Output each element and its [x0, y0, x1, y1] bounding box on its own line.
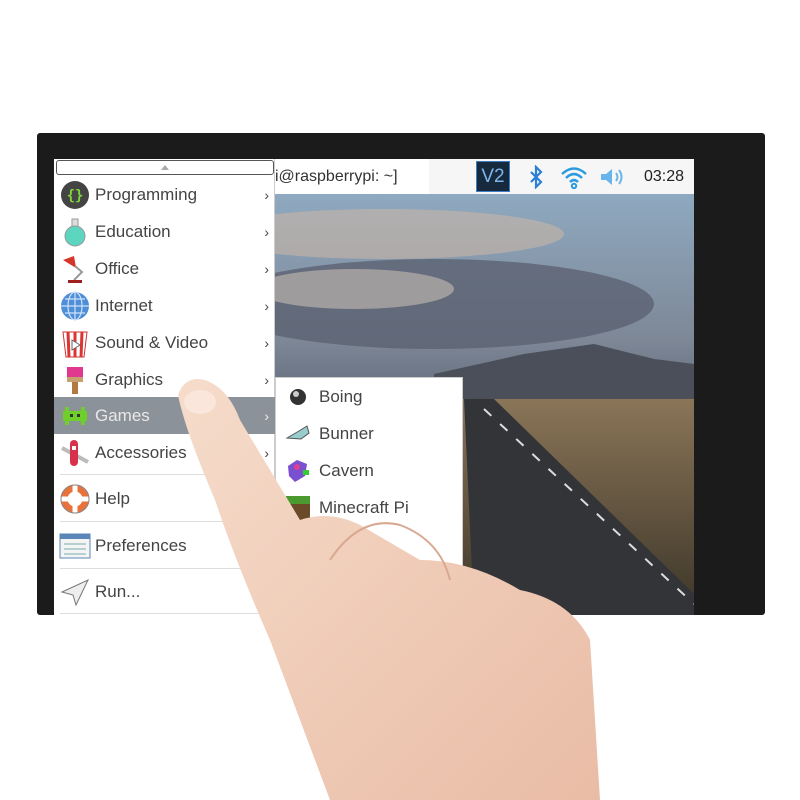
menu-item-label: Help	[95, 488, 130, 508]
menu-item-label: Programming	[95, 184, 198, 204]
chevron-right-icon: ›	[264, 407, 269, 424]
office-lamp-icon	[59, 253, 91, 285]
chevron-right-icon: ›	[264, 444, 269, 461]
menu-item-label: Office	[95, 258, 140, 278]
submenu-item-minecraft-pi[interactable]: Minecraft Pi	[276, 489, 464, 526]
taskbar-window-button[interactable]: i@raspberrypi: ~]	[269, 159, 429, 194]
submenu-item-label: Minecraft Pi	[319, 497, 409, 517]
games-invader-icon	[59, 400, 91, 432]
bluetooth-icon[interactable]	[524, 159, 548, 194]
internet-globe-icon	[59, 290, 91, 322]
chevron-right-icon: ›	[264, 260, 269, 277]
menu-item-label: Graphics	[95, 369, 164, 389]
programming-icon: {}	[59, 179, 91, 211]
vnc-icon[interactable]: V2	[476, 161, 510, 192]
submenu-item-my[interactable]: My	[276, 526, 464, 563]
clock[interactable]: 03:28	[639, 159, 689, 194]
chevron-right-icon: ›	[264, 186, 269, 203]
menu-item-help[interactable]: Help	[54, 480, 275, 517]
menu-item-graphics[interactable]: Graphics ›	[54, 361, 275, 398]
submenu-item-icon-placeholder	[285, 532, 311, 558]
help-lifebuoy-icon	[59, 483, 91, 515]
menu-item-label: Games	[95, 405, 150, 425]
minecraft-icon	[285, 495, 311, 521]
menu-item-label: Internet	[95, 295, 153, 315]
chevron-right-icon: ›	[264, 371, 269, 388]
sound-video-popcorn-icon	[59, 327, 91, 359]
screen: i@raspberrypi: ~] V2 03:28 {} Programming…	[54, 159, 694, 615]
menu-item-education[interactable]: Education ›	[54, 213, 275, 250]
menu-item-accessories[interactable]: Accessories ›	[54, 434, 275, 471]
education-flask-icon	[59, 216, 91, 248]
graphics-brush-icon	[59, 364, 91, 396]
menu-item-label: Education	[95, 221, 171, 241]
menu-item-label: Preferences	[95, 535, 187, 555]
menu-item-preferences[interactable]: Preferences	[54, 527, 275, 564]
menu-separator	[60, 521, 270, 522]
bunner-icon	[285, 421, 311, 447]
menu-item-programming[interactable]: {} Programming ›	[54, 176, 275, 213]
submenu-item-bunner[interactable]: Bunner	[276, 415, 464, 452]
chevron-right-icon: ›	[264, 297, 269, 314]
wifi-icon[interactable]	[559, 159, 589, 194]
menu-item-label: Accessories	[95, 442, 187, 462]
accessories-knife-icon	[59, 437, 91, 469]
menu-item-internet[interactable]: Internet ›	[54, 287, 275, 324]
menu-item-sound-video[interactable]: Sound & Video ›	[54, 324, 275, 361]
svg-text:{}: {}	[67, 188, 84, 204]
chevron-right-icon: ›	[264, 334, 269, 351]
submenu-item-label: My	[319, 534, 342, 554]
menu-item-games[interactable]: Games ›	[54, 397, 275, 434]
submenu-item-label: Cavern	[319, 460, 374, 480]
menu-separator	[60, 474, 270, 475]
cavern-icon	[285, 458, 311, 484]
run-paperplane-icon	[59, 576, 91, 608]
chevron-right-icon: ›	[264, 223, 269, 240]
boing-ball-icon	[285, 384, 311, 410]
games-submenu: Boing Bunner Cavern Minecraft Pi My	[275, 377, 463, 615]
main-menu: {} Programming › Education › Office › Intern…	[54, 159, 275, 615]
menu-item-run[interactable]: Run...	[54, 573, 275, 610]
submenu-item-label: Boing	[319, 386, 363, 406]
menu-item-office[interactable]: Office ›	[54, 250, 275, 287]
preferences-icon	[59, 530, 91, 562]
menu-item-label: Run...	[95, 581, 141, 601]
volume-icon[interactable]	[597, 159, 627, 194]
menu-separator	[60, 613, 270, 614]
submenu-item-boing[interactable]: Boing	[276, 378, 464, 415]
menu-scroll-up-button[interactable]	[56, 160, 274, 175]
menu-item-label: Sound & Video	[95, 332, 209, 352]
submenu-item-cavern[interactable]: Cavern	[276, 452, 464, 489]
submenu-item-label: Bunner	[319, 423, 374, 443]
menu-separator	[60, 568, 270, 569]
